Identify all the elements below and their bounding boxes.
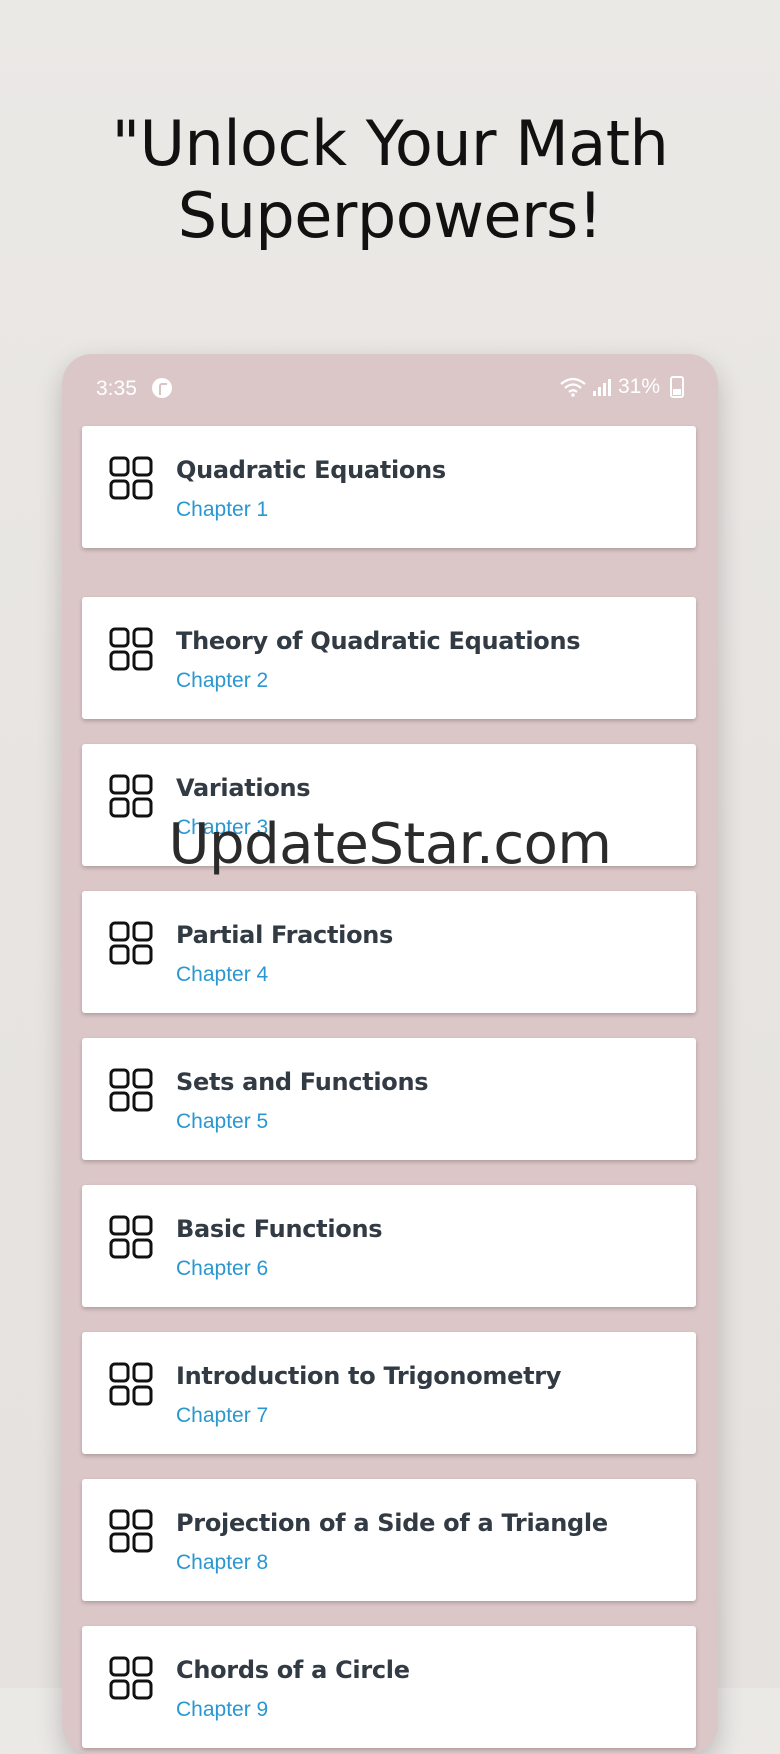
- chapter-title: Introduction to Trigonometry: [176, 1362, 562, 1390]
- headline-line-1: "Unlock Your Math: [111, 107, 669, 180]
- chapter-title: Theory of Quadratic Equations: [176, 627, 581, 655]
- chapter-title: Projection of a Side of a Triangle: [176, 1509, 608, 1537]
- headline-line-2: Superpowers!: [177, 179, 603, 252]
- app-notification-icon: [152, 378, 172, 398]
- grid-icon: [109, 1509, 153, 1553]
- chapter-number: Chapter 8: [176, 1551, 269, 1574]
- grid-icon: [109, 1362, 153, 1406]
- chapter-card[interactable]: Projection of a Side of a Triangle Chapte…: [82, 1479, 696, 1601]
- chapter-number: Chapter 2: [176, 669, 269, 692]
- status-bar: 3:35 31%: [62, 354, 718, 426]
- chapter-card[interactable]: Basic Functions Chapter 6: [82, 1185, 696, 1307]
- chapter-card[interactable]: Theory of Quadratic Equations Chapter 2: [82, 597, 696, 719]
- status-time: 3:35: [96, 377, 137, 400]
- chapter-title: Sets and Functions: [176, 1068, 429, 1096]
- chapter-title: Basic Functions: [176, 1215, 383, 1243]
- chapter-number: Chapter 5: [176, 1110, 269, 1133]
- chapter-number: Chapter 6: [176, 1257, 269, 1280]
- chapter-number: Chapter 9: [176, 1698, 269, 1721]
- grid-icon: [109, 921, 153, 965]
- chapter-number: Chapter 3: [176, 816, 269, 839]
- chapter-title: Variations: [176, 774, 311, 802]
- chapter-number: Chapter 1: [176, 498, 269, 521]
- wifi-icon: [560, 377, 586, 397]
- chapter-title: Chords of a Circle: [176, 1656, 410, 1684]
- grid-icon: [109, 1215, 153, 1259]
- chapter-card[interactable]: Partial Fractions Chapter 4: [82, 891, 696, 1013]
- signal-icon: [592, 379, 611, 396]
- chapter-card[interactable]: Sets and Functions Chapter 5: [82, 1038, 696, 1160]
- battery-charging-icon: [670, 376, 684, 398]
- chapter-title: Quadratic Equations: [176, 456, 446, 484]
- chapter-title: Partial Fractions: [176, 921, 394, 949]
- grid-icon: [109, 627, 153, 671]
- chapter-number: Chapter 7: [176, 1404, 269, 1427]
- promo-headline: "Unlock Your Math Superpowers!: [0, 108, 780, 252]
- grid-icon: [109, 456, 153, 500]
- chapter-number: Chapter 4: [176, 963, 269, 986]
- grid-icon: [109, 1656, 153, 1700]
- grid-icon: [109, 1068, 153, 1112]
- phone-screen: 3:35 31% Quadratic Equations Chapter 1 The…: [62, 354, 718, 1754]
- battery-percent: 31%: [617, 375, 660, 398]
- chapter-card[interactable]: Variations Chapter 3: [82, 744, 696, 866]
- chapter-card[interactable]: Introduction to Trigonometry Chapter 7: [82, 1332, 696, 1454]
- grid-icon: [109, 774, 153, 818]
- chapter-card[interactable]: Quadratic Equations Chapter 1: [82, 426, 696, 548]
- chapter-card[interactable]: Chords of a Circle Chapter 9: [82, 1626, 696, 1748]
- status-indicators: 31%: [560, 375, 684, 399]
